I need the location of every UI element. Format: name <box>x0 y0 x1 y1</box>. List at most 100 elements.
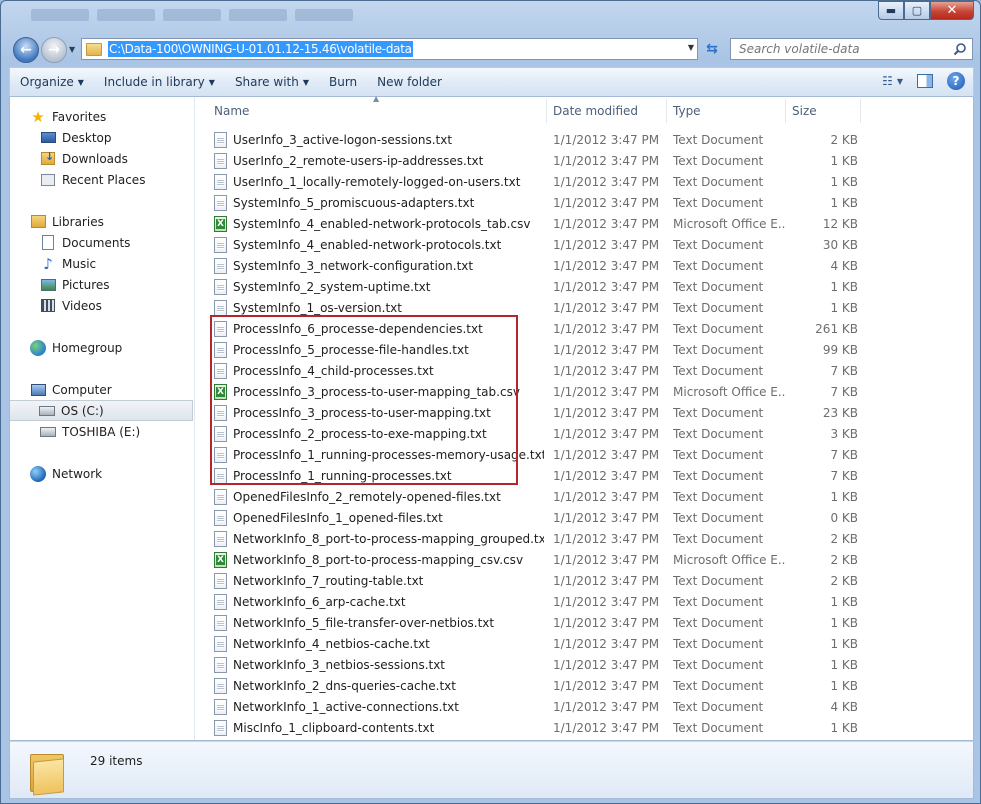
nav-desktop[interactable]: Desktop <box>40 127 112 148</box>
table-row[interactable]: ProcessInfo_1_running-processes-memory-u… <box>196 444 973 465</box>
text-file-icon <box>214 236 227 253</box>
address-bar[interactable]: C:\Data-100\OWNING-U-01.01.12-15.46\vola… <box>81 38 698 60</box>
file-name: NetworkInfo_2_dns-queries-cache.txt <box>233 678 456 693</box>
nav-homegroup[interactable]: Homegroup <box>30 337 122 358</box>
address-dropdown-icon[interactable]: ▼ <box>688 43 694 52</box>
nav-downloads[interactable]: Downloads <box>40 148 128 169</box>
nav-network[interactable]: Network <box>30 463 102 484</box>
text-file-icon <box>214 404 227 421</box>
back-button[interactable]: ← <box>13 37 39 63</box>
recent-pages-dropdown[interactable]: ▼ <box>69 45 75 54</box>
nav-favorites[interactable]: ★ Favorites <box>30 106 106 127</box>
nav-pictures[interactable]: Pictures <box>40 274 110 295</box>
table-row[interactable]: NetworkInfo_4_netbios-cache.txt 1/1/2012 … <box>196 633 973 654</box>
file-date: 1/1/2012 3:47 PM <box>553 552 660 567</box>
search-icon[interactable] <box>948 42 972 56</box>
table-row[interactable]: NetworkInfo_2_dns-queries-cache.txt 1/1/2… <box>196 675 973 696</box>
table-row[interactable]: SystemInfo_2_system-uptime.txt 1/1/2012 3… <box>196 276 973 297</box>
file-type: Text Document <box>673 279 764 294</box>
table-row[interactable]: NetworkInfo_8_port-to-process-mapping_cs… <box>196 549 973 570</box>
table-row[interactable]: SystemInfo_4_enabled-network-protocols.t… <box>196 234 973 255</box>
nav-label: Recent Places <box>62 172 146 187</box>
address-path[interactable]: C:\Data-100\OWNING-U-01.01.12-15.46\vola… <box>108 41 413 57</box>
minimize-button[interactable]: ▬ <box>878 1 904 20</box>
nav-music[interactable]: ♪ Music <box>40 253 96 274</box>
organize-menu[interactable]: Organize ▼ <box>10 75 94 89</box>
organize-label: Organize <box>20 75 74 89</box>
column-header-date[interactable]: Date modified <box>547 99 667 123</box>
burn-button[interactable]: Burn <box>319 75 367 89</box>
new-folder-button[interactable]: New folder <box>367 75 452 89</box>
file-name-cell: SystemInfo_4_enabled-network-protocols_t… <box>214 213 544 234</box>
table-row[interactable]: SystemInfo_1_os-version.txt 1/1/2012 3:47… <box>196 297 973 318</box>
column-header-name[interactable]: Name <box>208 99 547 123</box>
table-row[interactable]: SystemInfo_4_enabled-network-protocols_t… <box>196 213 973 234</box>
nav-os-c[interactable]: OS (C:) <box>10 400 193 421</box>
nav-label: Computer <box>52 382 112 397</box>
nav-label: Documents <box>62 235 131 250</box>
table-row[interactable]: SystemInfo_3_network-configuration.txt 1/… <box>196 255 973 276</box>
file-name-cell: ProcessInfo_1_running-processes.txt <box>214 465 544 486</box>
table-row[interactable]: OpenedFilesInfo_1_opened-files.txt 1/1/20… <box>196 507 973 528</box>
search-box[interactable] <box>730 38 973 60</box>
nav-documents[interactable]: Documents <box>40 232 130 253</box>
table-row[interactable]: MiscInfo_1_clipboard-contents.txt 1/1/201… <box>196 717 973 738</box>
table-row[interactable]: UserInfo_3_active-logon-sessions.txt 1/1/… <box>196 129 973 150</box>
file-name-cell: NetworkInfo_5_file-transfer-over-netbios… <box>214 612 544 633</box>
table-row[interactable]: UserInfo_2_remote-users-ip-addresses.txt… <box>196 150 973 171</box>
table-row[interactable]: ProcessInfo_4_child-processes.txt 1/1/201… <box>196 360 973 381</box>
table-row[interactable]: NetworkInfo_6_arp-cache.txt 1/1/2012 3:47… <box>196 591 973 612</box>
maximize-button[interactable]: ▢ <box>904 1 930 20</box>
file-type: Text Document <box>673 489 764 504</box>
details-pane: 29 items <box>9 741 974 799</box>
file-name: OpenedFilesInfo_1_opened-files.txt <box>233 510 443 525</box>
file-date: 1/1/2012 3:47 PM <box>553 573 660 588</box>
file-type: Microsoft Office E... <box>673 384 785 399</box>
text-file-icon <box>214 194 227 211</box>
share-with-menu[interactable]: Share with ▼ <box>225 75 319 89</box>
nav-toshiba-e[interactable]: TOSHIBA (E:) <box>40 421 140 442</box>
file-size: 1 KB <box>830 594 858 609</box>
file-name-cell: UserInfo_2_remote-users-ip-addresses.txt <box>214 150 544 171</box>
nav-recent-places[interactable]: Recent Places <box>40 169 145 190</box>
file-name: ProcessInfo_3_process-to-user-mapping.tx… <box>233 405 491 420</box>
forward-button[interactable]: → <box>41 37 67 63</box>
table-row[interactable]: NetworkInfo_1_active-connections.txt 1/1/… <box>196 696 973 717</box>
table-row[interactable]: NetworkInfo_5_file-transfer-over-netbios… <box>196 612 973 633</box>
table-row[interactable]: NetworkInfo_7_routing-table.txt 1/1/2012 … <box>196 570 973 591</box>
table-row[interactable]: NetworkInfo_8_port-to-process-mapping_gr… <box>196 528 973 549</box>
drive-icon <box>39 403 55 419</box>
search-input[interactable] <box>731 39 948 59</box>
file-size: 1 KB <box>830 300 858 315</box>
column-header-label: Size <box>792 104 817 118</box>
nav-libraries[interactable]: Libraries <box>30 211 104 232</box>
table-row[interactable]: UserInfo_1_locally-remotely-logged-on-us… <box>196 171 973 192</box>
column-header-type[interactable]: Type <box>667 99 786 123</box>
file-name-cell: UserInfo_3_active-logon-sessions.txt <box>214 129 544 150</box>
table-row[interactable]: NetworkInfo_3_netbios-sessions.txt 1/1/20… <box>196 654 973 675</box>
file-list[interactable]: ▲ Name Date modified Type Size UserInfo_… <box>196 94 973 740</box>
table-row[interactable]: ProcessInfo_1_running-processes.txt 1/1/2… <box>196 465 973 486</box>
preview-pane-icon[interactable] <box>917 74 933 88</box>
table-row[interactable]: ProcessInfo_6_processe-dependencies.txt 1… <box>196 318 973 339</box>
forward-arrow-icon: → <box>48 42 60 58</box>
file-date: 1/1/2012 3:47 PM <box>553 720 660 735</box>
include-in-library-menu[interactable]: Include in library ▼ <box>94 75 225 89</box>
table-row[interactable]: ProcessInfo_2_process-to-exe-mapping.txt… <box>196 423 973 444</box>
table-row[interactable]: ProcessInfo_5_processe-file-handles.txt 1… <box>196 339 973 360</box>
nav-computer[interactable]: Computer <box>30 379 112 400</box>
view-controls: ☷ ▼ ? <box>882 72 965 90</box>
table-row[interactable]: OpenedFilesInfo_2_remotely-opened-files.… <box>196 486 973 507</box>
table-row[interactable]: SystemInfo_5_promiscuous-adapters.txt 1/1… <box>196 192 973 213</box>
refresh-button[interactable]: ⇆ <box>701 38 723 60</box>
help-icon[interactable]: ? <box>947 72 965 90</box>
text-file-icon <box>214 677 227 694</box>
close-button[interactable]: ✕ <box>930 1 974 20</box>
change-view-button[interactable]: ☷ ▼ <box>882 74 903 88</box>
table-row[interactable]: ProcessInfo_3_process-to-user-mapping_ta… <box>196 381 973 402</box>
nav-videos[interactable]: Videos <box>40 295 102 316</box>
column-header-size[interactable]: Size <box>786 99 861 123</box>
navigation-pane[interactable]: ★ Favorites Desktop Downloads Recent Plac… <box>10 97 195 740</box>
file-name: NetworkInfo_8_port-to-process-mapping_gr… <box>233 531 544 546</box>
table-row[interactable]: ProcessInfo_3_process-to-user-mapping.tx… <box>196 402 973 423</box>
